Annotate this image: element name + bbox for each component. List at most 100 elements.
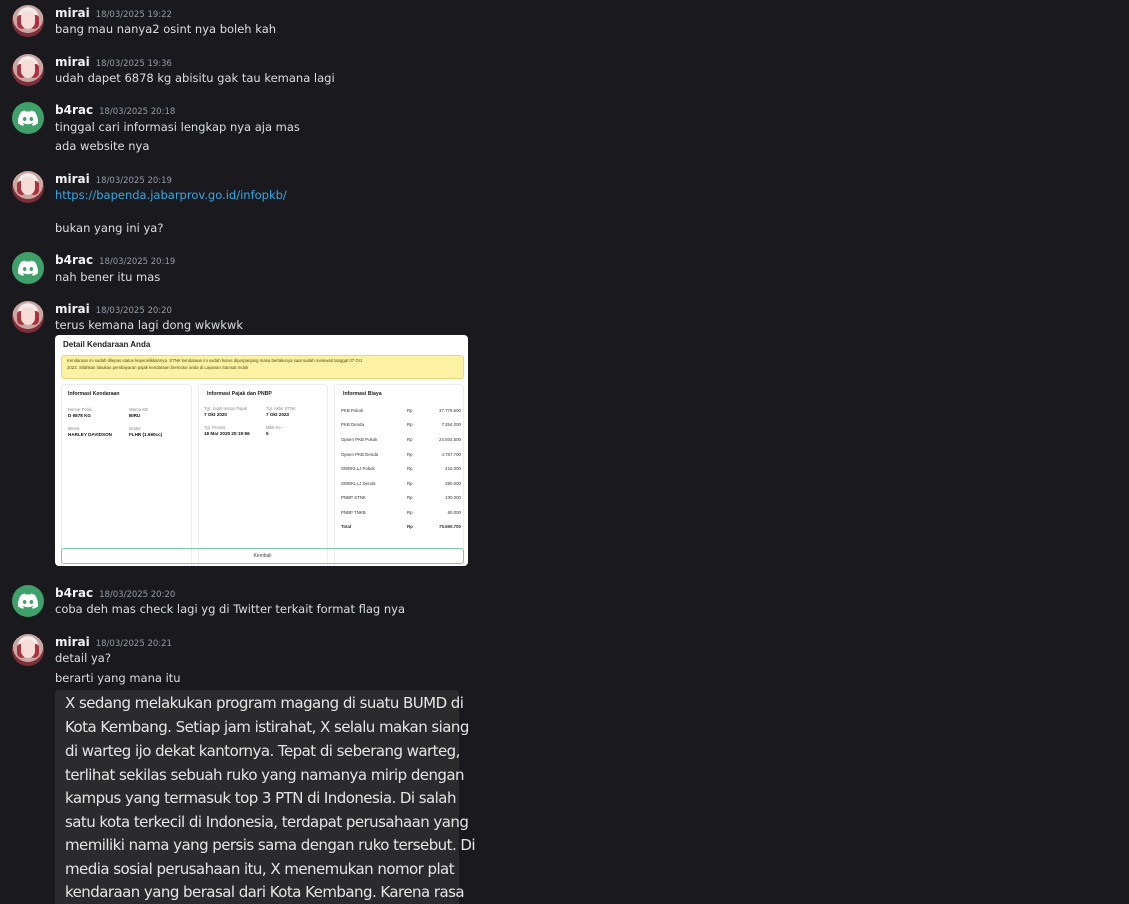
field-label: Nomor Polisi xyxy=(68,407,92,412)
currency: Rp xyxy=(407,437,413,442)
message-text: tinggal cari informasi lengkap nya aja m… xyxy=(55,120,300,134)
avatar[interactable] xyxy=(12,252,44,284)
timestamp: 18/03/2025 20:20 xyxy=(95,306,172,316)
biaya-amount: 415.000 xyxy=(445,466,461,471)
biaya-row: PKB Pokok Rp 37.779.500 xyxy=(341,408,461,413)
biaya-amount: 60.000 xyxy=(447,510,461,515)
message-text: udah dapet 6878 kg abisitu gak tau keman… xyxy=(55,71,335,85)
author-name[interactable]: mirai xyxy=(55,302,90,316)
quote-line: media sosial perusahaan itu, X menemukan… xyxy=(65,860,455,878)
avatar[interactable] xyxy=(12,5,44,37)
biaya-amount: 37.779.500 xyxy=(439,408,461,413)
warning-text: Kendaraan ini sudah dilepas status kepem… xyxy=(67,358,362,363)
message-header: mirai 18/03/2025 20:20 xyxy=(55,302,172,316)
currency: Rp xyxy=(407,452,413,457)
author-name[interactable]: mirai xyxy=(55,172,90,186)
field-label: Tgl. Jatuh tempo Pajak xyxy=(204,406,247,411)
message-text: nah bener itu mas xyxy=(55,270,161,284)
timestamp: 18/03/2025 20:18 xyxy=(99,107,176,117)
field-value: 5 xyxy=(266,431,269,436)
field-value: HARLEY DAVIDSON xyxy=(68,432,112,437)
biaya-row: Opsen PKB Pokok Rp 24.934.500 xyxy=(341,437,461,442)
avatar[interactable] xyxy=(12,634,44,666)
biaya-label: PKB Pokok xyxy=(341,408,364,413)
message-text: terus kemana lagi dong wkwkwk xyxy=(55,318,243,332)
currency: Rp xyxy=(407,524,413,529)
biaya-amount: 24.934.500 xyxy=(439,437,461,442)
timestamp: 18/03/2025 20:21 xyxy=(95,639,172,649)
message-header: mirai 18/03/2025 19:22 xyxy=(55,6,172,20)
discord-logo-icon xyxy=(18,593,38,609)
biaya-label: Opsen PKB Pokok xyxy=(341,437,378,442)
biaya-label: PKB Denda xyxy=(341,422,364,427)
biaya-label: SWDKLLJ Pokok xyxy=(341,466,375,471)
avatar[interactable] xyxy=(12,54,44,86)
author-name[interactable]: mirai xyxy=(55,635,90,649)
message-link[interactable]: https://bapenda.jabarprov.go.id/infopkb/ xyxy=(55,188,287,202)
quote-line: memiliki nama yang persis sama dengan ru… xyxy=(65,836,476,854)
kembali-button[interactable]: Kembali xyxy=(61,548,464,564)
field-label: Tgl. Akhir STNK xyxy=(266,406,296,411)
biaya-amount: 4.787.700 xyxy=(441,452,461,457)
timestamp: 18/03/2025 19:22 xyxy=(95,10,172,20)
timestamp: 18/03/2025 20:20 xyxy=(99,590,176,600)
author-name[interactable]: b4rac xyxy=(55,103,93,117)
author-name[interactable]: b4rac xyxy=(55,253,93,267)
avatar[interactable] xyxy=(12,301,44,333)
field-value: D 6878 KG xyxy=(68,413,91,418)
timestamp: 18/03/2025 20:19 xyxy=(99,257,176,267)
biaya-label: PNBP STNK xyxy=(341,495,366,500)
avatar[interactable] xyxy=(12,171,44,203)
field-value: BIRU xyxy=(129,413,141,418)
biaya-row: PNBP TNKB Rp 60.000 xyxy=(341,510,461,515)
card-title: Informasi Kendaraan xyxy=(68,391,120,397)
quote-line: Kota Kembang. Setiap jam istirahat, X se… xyxy=(65,718,469,736)
avatar[interactable] xyxy=(12,585,44,617)
warning-banner: Kendaraan ini sudah dilepas status kepem… xyxy=(61,355,464,379)
image-attachment[interactable]: Detail Kendaraan Anda Kendaraan ini suda… xyxy=(55,335,468,566)
author-name[interactable]: mirai xyxy=(55,6,90,20)
biaya-row: SWDKLLJ Denda Rp 360.000 xyxy=(341,481,461,486)
embed-title: Detail Kendaraan Anda xyxy=(63,340,151,349)
message-text: bukan yang ini ya? xyxy=(55,221,164,235)
author-name[interactable]: mirai xyxy=(55,55,90,69)
currency: Rp xyxy=(407,466,413,471)
biaya-amount: 7.254.000 xyxy=(441,422,461,427)
field-label: Warna KB xyxy=(129,407,148,412)
quote-line: X sedang melakukan program magang di sua… xyxy=(65,694,464,712)
field-label: Merek xyxy=(68,426,80,431)
field-value: 18 Mar 2025 20:19:56 xyxy=(204,431,250,436)
currency: Rp xyxy=(407,481,413,486)
quote-line: satu kota terkecil di Indonesia, terdapa… xyxy=(65,813,469,831)
message-text: bang mau nanya2 osint nya boleh kah xyxy=(55,22,277,36)
currency: Rp xyxy=(407,422,413,427)
card-title: Informasi Pajak dan PNBP xyxy=(207,391,272,397)
biaya-total-row: Total Rp 75.690.700 xyxy=(341,524,461,529)
message-text: ada website nya xyxy=(55,139,150,153)
discord-logo-icon xyxy=(18,260,38,276)
field-label: Tgl. Proses xyxy=(204,425,226,430)
biaya-row: Opsen PKB Denda Rp 4.787.700 xyxy=(341,452,461,457)
message-header: b4rac 18/03/2025 20:19 xyxy=(55,253,175,267)
biaya-label: Total xyxy=(341,524,352,529)
field-value: FLHR (1.690cc) xyxy=(129,432,163,437)
quote-line: terlihat sekilas sebuah ruko yang namany… xyxy=(65,766,465,784)
timestamp: 18/03/2025 20:19 xyxy=(95,176,172,186)
quote-line: kampus yang termasuk top 3 PTN di Indone… xyxy=(65,789,456,807)
message-header: b4rac 18/03/2025 20:18 xyxy=(55,103,175,117)
image-attachment-text[interactable]: X sedang melakukan program magang di sua… xyxy=(55,690,476,904)
biaya-row: SWDKLLJ Pokok Rp 415.000 xyxy=(341,466,461,471)
biaya-label: Opsen PKB Denda xyxy=(341,452,379,457)
quote-line: kendaraan yang berasal dari Kota Kembang… xyxy=(65,883,465,901)
message-text: berarti yang mana itu xyxy=(55,671,181,685)
field-value: 7 Okt 2023 xyxy=(266,412,289,417)
message-header: mirai 18/03/2025 20:21 xyxy=(55,635,172,649)
message-header: mirai 18/03/2025 19:36 xyxy=(55,55,172,69)
author-name[interactable]: b4rac xyxy=(55,586,93,600)
biaya-amount: 75.690.700 xyxy=(439,524,461,529)
biaya-row: PKB Denda Rp 7.254.000 xyxy=(341,422,461,427)
card-pajak: Informasi Pajak dan PNBP Tgl. Jatuh temp… xyxy=(198,384,328,566)
quote-line: di warteg ijo dekat kantornya. Tepat di … xyxy=(65,742,460,760)
avatar[interactable] xyxy=(12,102,44,134)
biaya-row: PNBP STNK Rp 100.000 xyxy=(341,495,461,500)
